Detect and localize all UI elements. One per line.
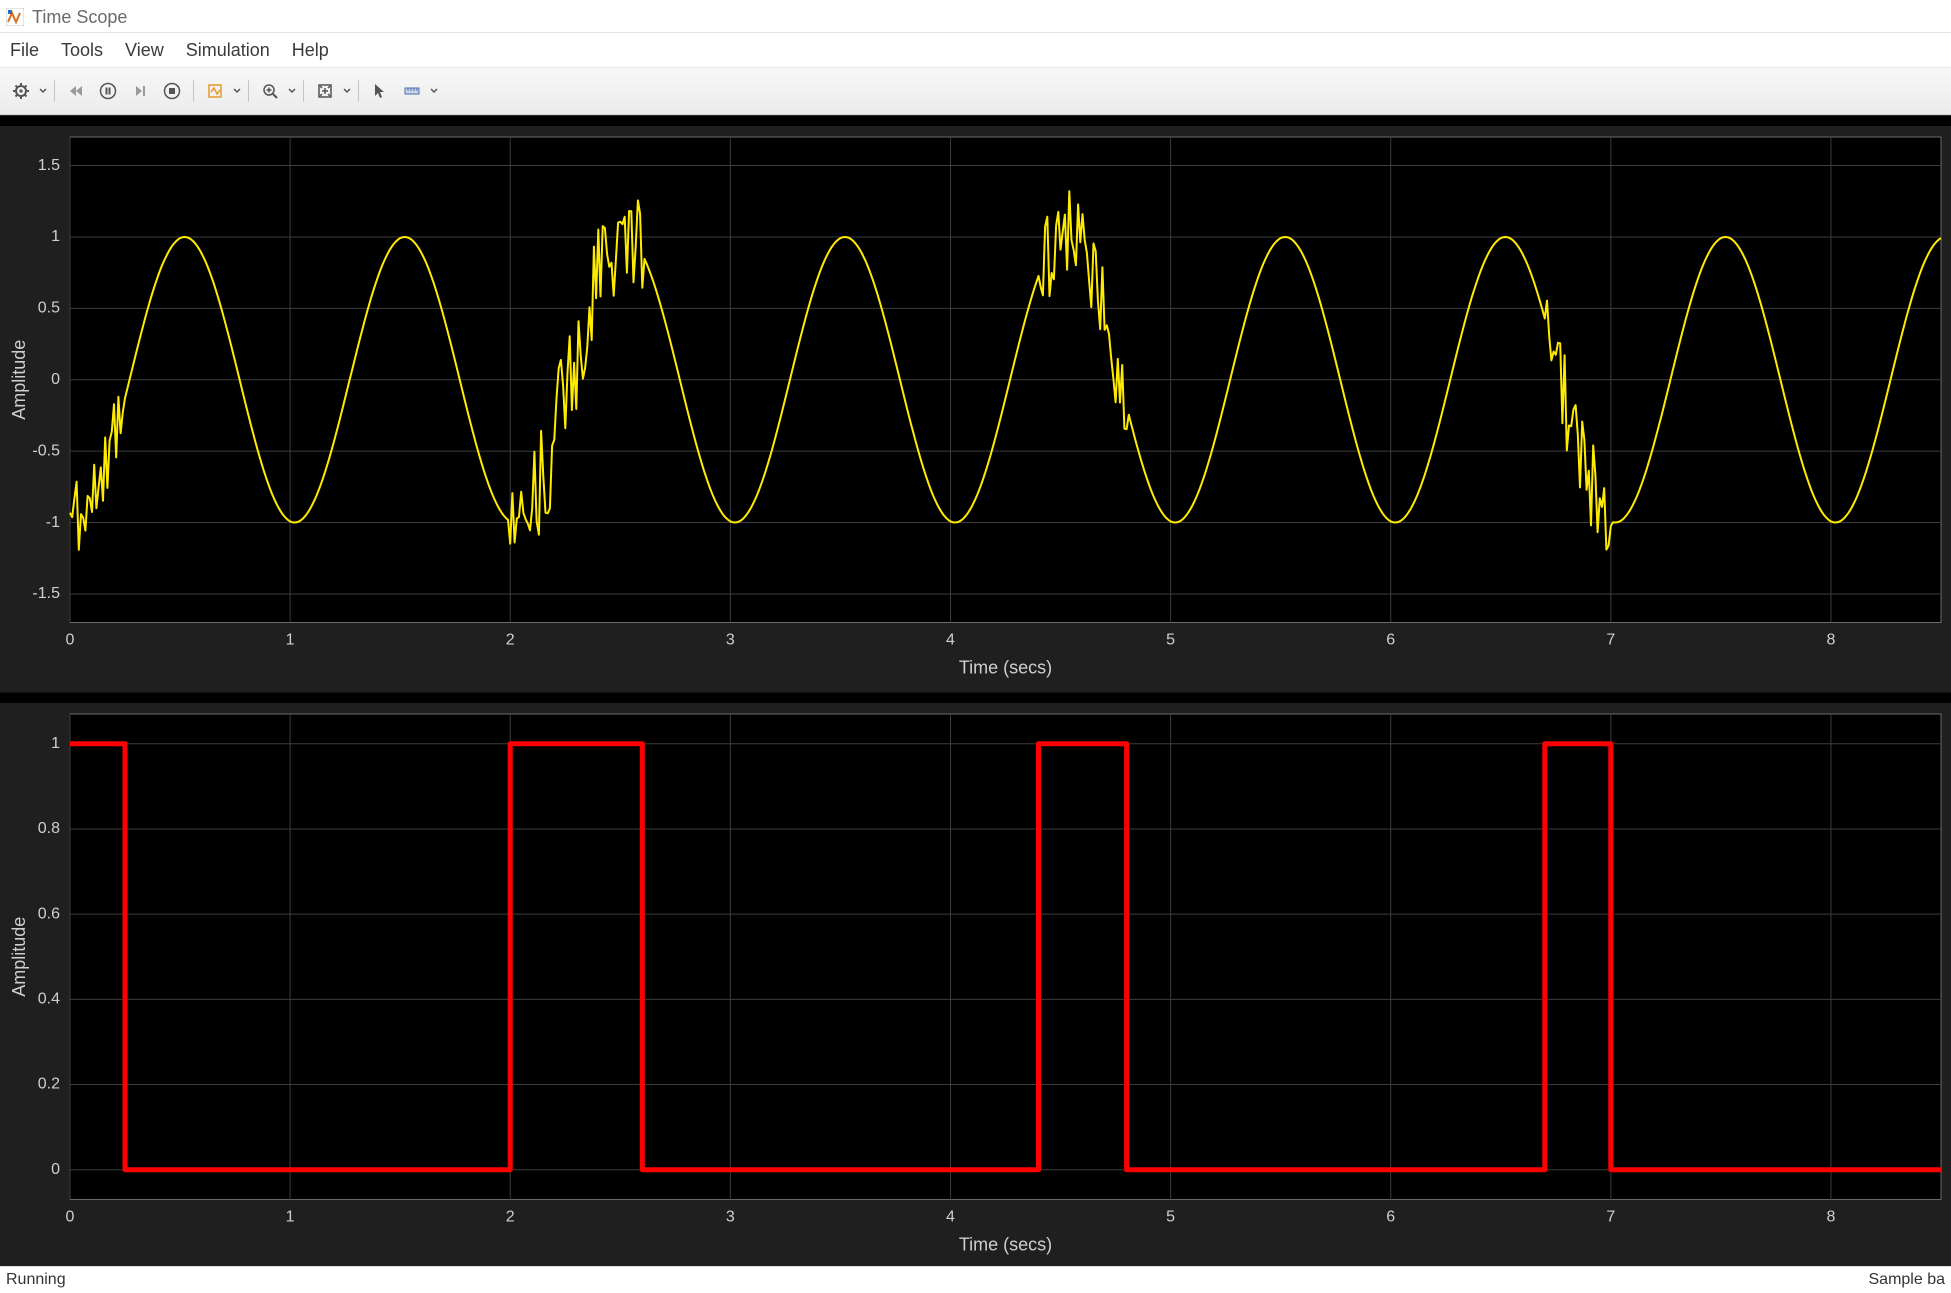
chart-1[interactable]: 0 1 2 3 4 5 6 7 8 0 0.2 0.4 0.6 0.8 1 Time (secs) Amplit… <box>0 703 1951 1270</box>
svg-text:8: 8 <box>1826 1208 1835 1225</box>
toolbar-separator <box>358 80 359 102</box>
menu-file[interactable]: File <box>6 38 43 63</box>
svg-text:1: 1 <box>286 632 295 649</box>
svg-text:Time (secs): Time (secs) <box>959 1234 1052 1254</box>
rewind-icon[interactable] <box>61 77 91 105</box>
svg-text:0: 0 <box>51 1160 60 1177</box>
svg-text:1: 1 <box>51 228 60 245</box>
zoom-icon[interactable] <box>255 77 285 105</box>
menu-view[interactable]: View <box>121 38 168 63</box>
svg-text:Time (secs): Time (secs) <box>959 657 1052 677</box>
highlight-icon[interactable] <box>200 77 230 105</box>
svg-text:Amplitude: Amplitude <box>9 916 29 996</box>
svg-text:1: 1 <box>51 735 60 752</box>
statusbar: Running Sample ba <box>0 1266 1951 1293</box>
fit-to-view-icon[interactable] <box>310 77 340 105</box>
svg-text:0.4: 0.4 <box>38 990 60 1007</box>
gear-icon[interactable] <box>6 77 36 105</box>
toolbar-separator <box>303 80 304 102</box>
status-left: Running <box>6 1271 66 1289</box>
app-icon <box>6 8 24 26</box>
svg-text:6: 6 <box>1386 1208 1395 1225</box>
svg-text:2: 2 <box>506 1208 515 1225</box>
stop-icon[interactable] <box>157 77 187 105</box>
toolbar-separator <box>248 80 249 102</box>
pause-icon[interactable] <box>93 77 123 105</box>
svg-text:8: 8 <box>1826 632 1835 649</box>
cursor-icon[interactable] <box>365 77 395 105</box>
svg-text:0: 0 <box>66 1208 75 1225</box>
svg-text:-0.5: -0.5 <box>32 442 60 459</box>
toolbar-separator <box>193 80 194 102</box>
svg-text:3: 3 <box>726 632 735 649</box>
svg-text:0.2: 0.2 <box>38 1075 60 1092</box>
svg-text:7: 7 <box>1606 1208 1615 1225</box>
svg-text:4: 4 <box>946 1208 955 1225</box>
svg-text:Amplitude: Amplitude <box>9 340 29 420</box>
toolbar <box>0 67 1951 115</box>
svg-text:5: 5 <box>1166 632 1175 649</box>
svg-text:1: 1 <box>286 1208 295 1225</box>
ruler-icon[interactable] <box>397 77 427 105</box>
svg-text:4: 4 <box>946 632 955 649</box>
svg-text:6: 6 <box>1386 632 1395 649</box>
ruler-dropdown-icon[interactable] <box>429 87 439 95</box>
zoom-dropdown-icon[interactable] <box>287 87 297 95</box>
svg-text:-1: -1 <box>46 514 60 531</box>
svg-text:0.8: 0.8 <box>38 820 60 837</box>
gear-dropdown-icon[interactable] <box>38 87 48 95</box>
toolbar-separator <box>54 80 55 102</box>
menu-help[interactable]: Help <box>288 38 333 63</box>
svg-text:7: 7 <box>1606 632 1615 649</box>
chart-0[interactable]: 0 1 2 3 4 5 6 7 8 -1.5 -1 -0.5 0 0.5 1 1.5 Time (secs) Am… <box>0 126 1951 693</box>
titlebar: Time Scope <box>0 0 1951 33</box>
menu-tools[interactable]: Tools <box>57 38 107 63</box>
status-right: Sample ba <box>1869 1271 1946 1289</box>
svg-text:3: 3 <box>726 1208 735 1225</box>
svg-text:0: 0 <box>51 371 60 388</box>
menu-simulation[interactable]: Simulation <box>182 38 274 63</box>
highlight-dropdown-icon[interactable] <box>232 87 242 95</box>
svg-text:0: 0 <box>66 632 75 649</box>
svg-text:-1.5: -1.5 <box>32 585 60 602</box>
svg-text:1.5: 1.5 <box>38 157 60 174</box>
svg-text:5: 5 <box>1166 1208 1175 1225</box>
fit-dropdown-icon[interactable] <box>342 87 352 95</box>
svg-text:0.6: 0.6 <box>38 905 60 922</box>
plot-frame: 0 1 2 3 4 5 6 7 8 -1.5 -1 -0.5 0 0.5 1 1.5 Time (secs) Am… <box>0 115 1951 1279</box>
svg-text:2: 2 <box>506 632 515 649</box>
menubar: File Tools View Simulation Help <box>0 33 1951 67</box>
window-title: Time Scope <box>32 7 127 28</box>
step-forward-icon[interactable] <box>125 77 155 105</box>
svg-text:0.5: 0.5 <box>38 300 60 317</box>
